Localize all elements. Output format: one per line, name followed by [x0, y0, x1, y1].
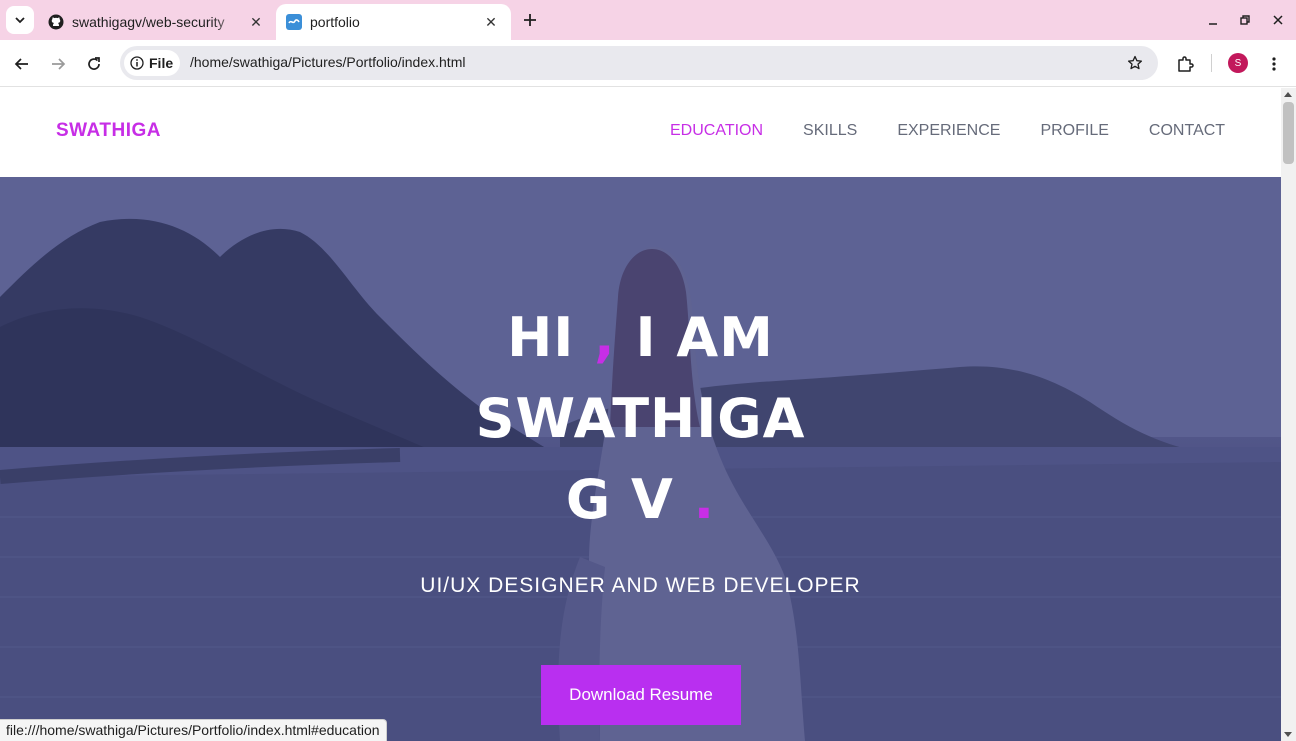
minimize-icon	[1209, 23, 1217, 25]
scroll-up-arrow-icon[interactable]	[1284, 92, 1292, 97]
hero-accent-comma: ,	[594, 306, 616, 369]
reload-button[interactable]	[80, 50, 108, 78]
hero-line-2: SWATHIGA	[475, 387, 806, 450]
nav-link-profile[interactable]: PROFILE	[1040, 122, 1108, 140]
bookmark-button[interactable]	[1124, 52, 1146, 74]
tab-github[interactable]: swathigagv/web-security ✕	[40, 4, 276, 40]
restore-icon	[1240, 15, 1250, 25]
info-icon	[130, 56, 144, 70]
site-navbar: SWATHIGA EDUCATION SKILLS EXPERIENCE PRO…	[0, 88, 1281, 177]
page-viewport: SWATHIGA EDUCATION SKILLS EXPERIENCE PRO…	[0, 88, 1281, 741]
hero-section: HI , I AM SWATHIGA G V . UI/UX DESIGNER …	[0, 177, 1281, 741]
star-icon	[1127, 55, 1143, 70]
menu-button[interactable]	[1260, 50, 1288, 78]
restore-button[interactable]	[1233, 8, 1257, 32]
hero-heading: HI , I AM SWATHIGA G V .	[0, 297, 1281, 540]
forward-button[interactable]	[44, 50, 72, 78]
reload-icon	[88, 57, 100, 70]
browser-toolbar: File /home/swathiga/Pictures/Portfolio/i…	[0, 40, 1296, 87]
hero-line-1: HI , I AM	[0, 297, 1281, 378]
scroll-down-arrow-icon[interactable]	[1284, 732, 1292, 737]
hero-initials: G V	[565, 468, 694, 531]
nav-link-skills[interactable]: SKILLS	[803, 122, 857, 140]
status-bar: file:///home/swathiga/Pictures/Portfolio…	[0, 719, 387, 741]
arrow-left-icon	[14, 58, 28, 70]
more-vertical-icon	[1272, 57, 1276, 71]
puzzle-icon	[1178, 56, 1194, 72]
tab-title: portfolio	[310, 14, 360, 30]
github-icon	[48, 14, 64, 30]
tab-title: swathigagv/web-security	[72, 14, 225, 30]
extensions-button[interactable]	[1171, 50, 1199, 78]
profile-avatar[interactable]: S	[1228, 53, 1248, 73]
hero-accent-dot: .	[693, 468, 716, 531]
toolbar-divider	[1211, 54, 1212, 72]
site-favicon-icon	[286, 14, 302, 30]
scheme-label: File	[149, 55, 174, 71]
close-tab-icon[interactable]: ✕	[481, 12, 501, 32]
site-logo[interactable]: SWATHIGA	[56, 120, 161, 142]
back-button[interactable]	[8, 50, 36, 78]
address-bar[interactable]: File /home/swathiga/Pictures/Portfolio/i…	[120, 46, 1158, 80]
nav-link-contact[interactable]: CONTACT	[1149, 122, 1225, 140]
hero-line-3: G V .	[0, 459, 1281, 540]
close-icon	[1273, 15, 1283, 25]
scroll-thumb[interactable]	[1283, 102, 1294, 164]
download-resume-button[interactable]: Download Resume	[541, 665, 741, 725]
arrow-right-icon	[52, 58, 66, 70]
tab-strip: swathigagv/web-security ✕ portfolio ✕	[0, 0, 1296, 40]
nav-link-experience[interactable]: EXPERIENCE	[897, 122, 1000, 140]
site-info-chip[interactable]: File	[124, 50, 180, 76]
chevron-down-icon	[15, 17, 25, 24]
close-tab-icon[interactable]: ✕	[246, 12, 266, 32]
nav-links: EDUCATION SKILLS EXPERIENCE PROFILE CONT…	[670, 122, 1265, 140]
hero-i-am: I AM	[615, 306, 774, 369]
tab-portfolio[interactable]: portfolio ✕	[276, 4, 511, 40]
minimize-button[interactable]	[1201, 8, 1225, 32]
tab-search-button[interactable]	[6, 6, 34, 34]
page-scrollbar[interactable]	[1281, 88, 1296, 741]
new-tab-button[interactable]	[518, 8, 542, 32]
url-text[interactable]: /home/swathiga/Pictures/Portfolio/index.…	[190, 54, 465, 70]
close-window-button[interactable]	[1266, 8, 1290, 32]
hero-greeting: HI	[507, 306, 595, 369]
nav-link-education[interactable]: EDUCATION	[670, 122, 763, 140]
plus-icon	[524, 14, 536, 26]
hero-subtitle: UI/UX DESIGNER AND WEB DEVELOPER	[420, 574, 861, 597]
